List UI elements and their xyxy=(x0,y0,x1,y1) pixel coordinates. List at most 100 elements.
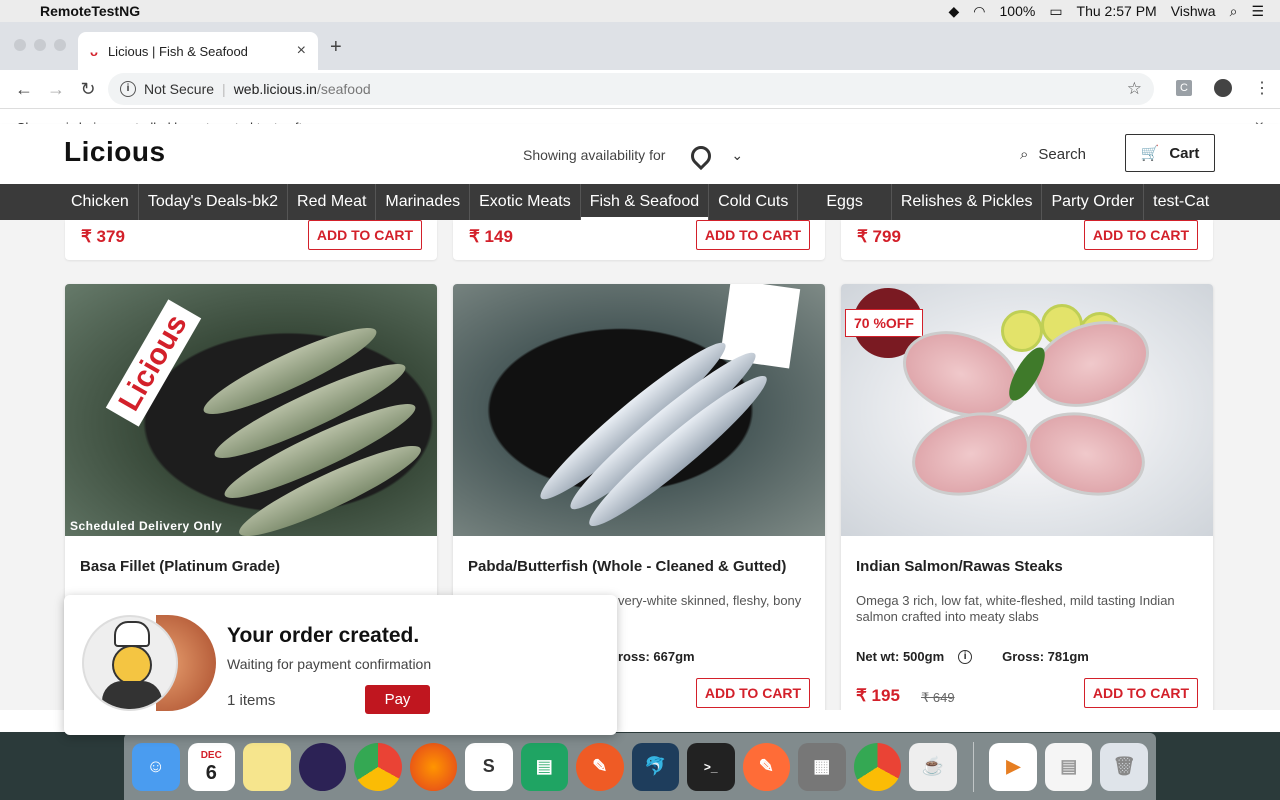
product-price: ₹ 195 xyxy=(856,686,900,705)
reload-icon[interactable]: ↻ xyxy=(72,79,104,100)
product-image[interactable]: 70 %OFF xyxy=(841,284,1213,536)
file-icon[interactable]: ▶ xyxy=(989,742,1037,791)
profile-icon[interactable] xyxy=(1214,79,1232,97)
calendar-icon[interactable]: DEC 6 xyxy=(187,742,235,791)
slack-icon[interactable]: S xyxy=(465,742,513,791)
add-to-cart-button[interactable]: ADD TO CART xyxy=(308,220,422,250)
fish-steak xyxy=(902,399,1040,509)
category-marinades[interactable]: Marinades xyxy=(376,184,471,220)
url-host: web.licious.in xyxy=(233,81,317,97)
add-to-cart-button[interactable]: ADD TO CART xyxy=(1084,220,1198,250)
battery-percent: 100% xyxy=(999,3,1036,19)
product-card-partial: ₹ 379 ADD TO CART xyxy=(65,220,437,260)
add-to-cart-button[interactable]: ADD TO CART xyxy=(1084,678,1198,708)
postman-icon[interactable]: ✎ xyxy=(576,742,624,791)
location-pin-icon[interactable] xyxy=(691,146,705,164)
product-card-partial: ₹ 149 ADD TO CART xyxy=(453,220,825,260)
gross-weight: Gross: 781gm xyxy=(1002,649,1089,664)
licious-box-logo: Licious xyxy=(105,299,202,427)
toast-item-count: 1 items xyxy=(227,692,276,709)
availability-label: Showing availability for xyxy=(523,147,666,163)
toast-title: Your order created. xyxy=(227,624,420,647)
battery-icon[interactable]: ▭ xyxy=(1049,3,1062,20)
tab-title: Licious | Fish & Seafood xyxy=(107,43,248,59)
terminal-icon[interactable]: >_ xyxy=(687,742,735,791)
pay-button[interactable]: Pay xyxy=(365,685,430,714)
finder-icon[interactable]: ☺ xyxy=(132,742,180,791)
category-exotic-meats[interactable]: Exotic Meats xyxy=(470,184,581,220)
search-icon[interactable]: ⌕ xyxy=(1230,3,1238,20)
chrome-icon[interactable] xyxy=(853,742,901,791)
cart-button[interactable]: 🛒 Cart xyxy=(1125,134,1215,172)
shield-icon[interactable]: ◆ xyxy=(949,3,960,20)
search-icon: ⌕ xyxy=(1020,146,1029,163)
product-card-partial: ₹ 799 ADD TO CART xyxy=(841,220,1213,260)
zoom-window-button[interactable] xyxy=(54,39,66,51)
licious-box xyxy=(719,284,801,369)
category-fish-seafood[interactable]: Fish & Seafood xyxy=(580,184,710,220)
browser-toolbar: ← → ↻ i Not Secure | web.licious.in/seaf… xyxy=(0,70,1280,108)
app-name[interactable]: RemoteTestNG xyxy=(40,3,140,19)
sheets-icon[interactable]: ▤ xyxy=(520,742,568,791)
product-price: ₹ 379 xyxy=(81,227,125,246)
back-icon[interactable]: ← xyxy=(8,79,40,100)
availability-selector[interactable]: Showing availability for ⌄ xyxy=(523,146,743,164)
chef-hat-shape xyxy=(114,621,150,647)
product-weights: Net wt: 500gm i Gross: 781gm xyxy=(856,649,1198,664)
notes-icon[interactable] xyxy=(243,742,291,791)
chrome-icon[interactable] xyxy=(354,742,402,791)
chef-body-shape xyxy=(102,681,162,709)
category-party-order[interactable]: Party Order xyxy=(1042,184,1145,220)
extension-icon[interactable]: C xyxy=(1176,80,1192,96)
category-relishes-pickles[interactable]: Relishes & Pickles xyxy=(892,184,1043,220)
product-name[interactable]: Pabda/Butterfish (Whole - Cleaned & Gutt… xyxy=(468,558,810,575)
java-icon[interactable]: ☕ xyxy=(909,742,957,791)
product-mrp: ₹ 649 xyxy=(921,690,955,705)
licious-logo[interactable]: Licious xyxy=(64,136,166,168)
wifi-icon[interactable]: ◠ xyxy=(973,3,985,20)
category-red-meat[interactable]: Red Meat xyxy=(288,184,377,220)
postman-orange-icon[interactable]: ✎ xyxy=(742,742,790,791)
product-description: Omega 3 rich, low fat, white-fleshed, mi… xyxy=(856,593,1175,624)
product-image[interactable] xyxy=(453,284,825,536)
category-test-cat[interactable]: test-Cat xyxy=(1144,184,1218,220)
forward-icon[interactable]: → xyxy=(40,79,72,100)
product-card[interactable]: 70 %OFF Indian Salmon/Rawas Steaks Omega… xyxy=(841,284,1213,710)
address-bar[interactable]: i Not Secure | web.licious.in/seafood ☆ xyxy=(108,73,1154,105)
close-tab-icon[interactable]: × xyxy=(297,42,306,60)
menu-kebab-icon[interactable]: ⋮ xyxy=(1254,78,1270,98)
eclipse-icon[interactable] xyxy=(298,742,346,791)
mysql-icon[interactable]: 🐬 xyxy=(631,742,679,791)
fish-shape xyxy=(560,340,766,522)
category-todays-deals[interactable]: Today's Deals-bk2 xyxy=(139,184,289,220)
product-name[interactable]: Basa Fillet (Platinum Grade) xyxy=(80,558,422,575)
firefox-icon[interactable] xyxy=(409,742,457,791)
close-window-button[interactable] xyxy=(14,39,26,51)
browser-tab[interactable]: ᴗ Licious | Fish & Seafood × xyxy=(78,32,318,70)
info-icon[interactable]: i xyxy=(120,81,136,97)
user-name[interactable]: Vishwa xyxy=(1171,3,1216,19)
chevron-down-icon[interactable]: ⌄ xyxy=(731,147,743,164)
cart-icon: 🛒 xyxy=(1140,145,1160,162)
minimize-window-button[interactable] xyxy=(34,39,46,51)
bookmark-star-icon[interactable]: ☆ xyxy=(1127,79,1142,99)
macos-dock: ☺ DEC 6 S ▤ ✎ 🐬 >_ ✎ ▦ ☕ ▶ ▤ 🗑 xyxy=(124,733,1156,800)
new-tab-icon[interactable]: + xyxy=(330,36,342,59)
discount-badge: 70 %OFF xyxy=(845,309,923,337)
clock[interactable]: Thu 2:57 PM xyxy=(1077,3,1157,19)
cart-label: Cart xyxy=(1169,144,1200,162)
add-to-cart-button[interactable]: ADD TO CART xyxy=(696,220,810,250)
category-eggs[interactable]: Eggs xyxy=(798,184,892,220)
product-image[interactable]: Licious Scheduled Delivery Only xyxy=(65,284,437,536)
calculator-icon[interactable]: ▦ xyxy=(798,742,846,791)
screenshot-icon[interactable]: ▤ xyxy=(1044,742,1093,791)
category-cold-cuts[interactable]: Cold Cuts xyxy=(709,184,799,220)
chef-avatar xyxy=(82,615,178,711)
add-to-cart-button[interactable]: ADD TO CART xyxy=(696,678,810,708)
info-icon[interactable]: i xyxy=(958,649,973,664)
list-icon[interactable]: ☰ xyxy=(1251,3,1264,20)
trash-icon[interactable]: 🗑 xyxy=(1100,742,1148,791)
category-chicken[interactable]: Chicken xyxy=(62,184,139,220)
product-name[interactable]: Indian Salmon/Rawas Steaks xyxy=(856,558,1198,575)
search-button[interactable]: ⌕ Search xyxy=(1020,146,1086,163)
